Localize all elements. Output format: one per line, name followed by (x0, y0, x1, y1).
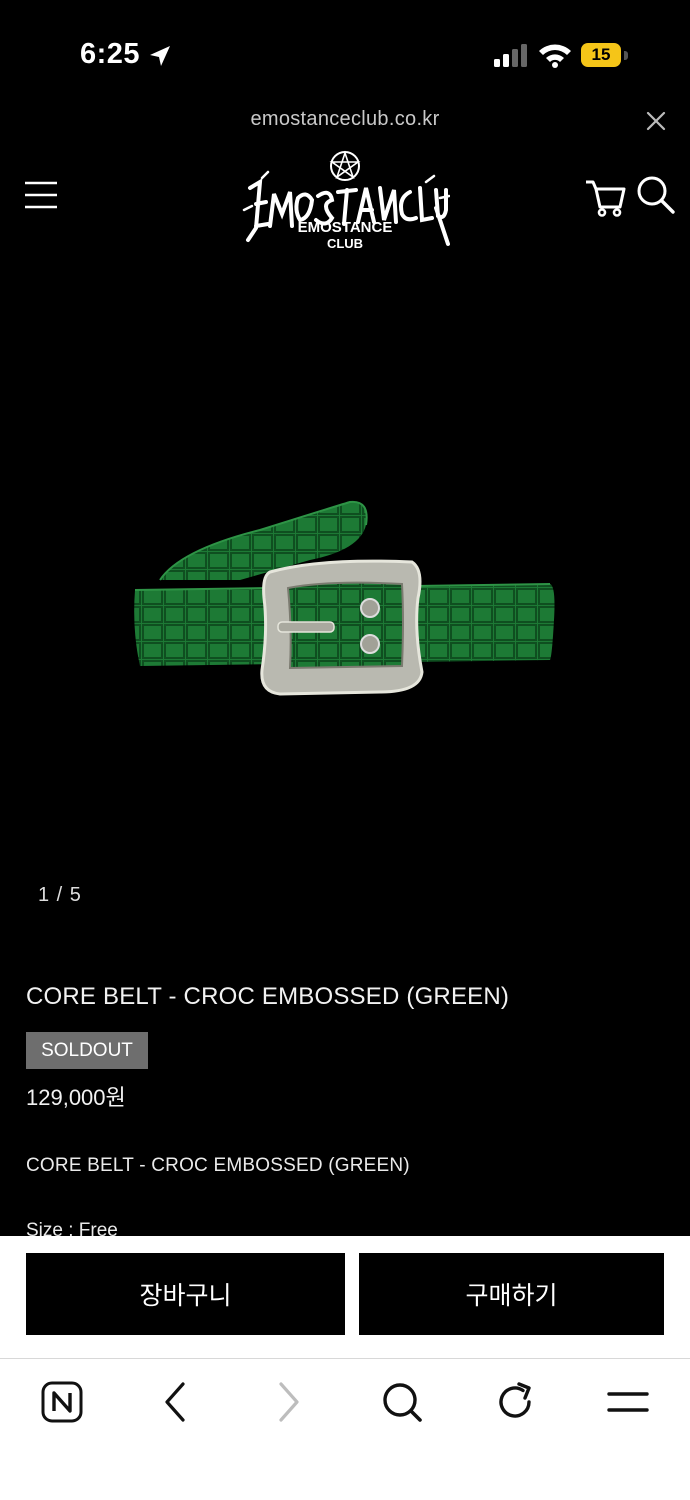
product-price: 129,000원 (26, 1085, 126, 1110)
back-icon[interactable] (153, 1380, 197, 1424)
browser-toolbar (0, 1359, 690, 1500)
battery-tip (624, 51, 628, 60)
wifi-icon (539, 44, 571, 68)
close-icon[interactable] (645, 110, 667, 132)
logo-line2: CLUB (327, 236, 363, 251)
product-title: CORE BELT - CROC EMBOSSED (GREEN) (26, 983, 510, 1010)
battery-level: 15 (581, 43, 621, 67)
address-bar-url[interactable]: emostanceclub.co.kr (0, 108, 690, 131)
site-logo[interactable]: EMOSTANCE CLUB (240, 148, 450, 252)
battery-indicator: 15 (581, 43, 629, 69)
menu-icon[interactable] (606, 1380, 650, 1424)
product-image-belt[interactable] (120, 480, 570, 720)
search-icon[interactable] (380, 1380, 424, 1424)
hamburger-menu-icon[interactable] (24, 180, 58, 210)
logo-line1: EMOSTANCE (298, 219, 393, 236)
search-icon[interactable] (636, 175, 676, 215)
forward-icon[interactable] (267, 1380, 311, 1424)
image-counter: 1 / 5 (38, 884, 82, 906)
status-badge: SOLDOUT (26, 1032, 148, 1069)
product-description-title: CORE BELT - CROC EMBOSSED (GREEN) (26, 1155, 410, 1176)
add-to-cart-button[interactable]: 장바구니 (26, 1253, 345, 1335)
location-arrow-icon (150, 46, 170, 66)
cellular-signal-icon (494, 44, 527, 67)
reload-icon[interactable] (493, 1380, 537, 1424)
status-time: 6:25 (80, 38, 141, 70)
naver-home-icon[interactable] (40, 1380, 84, 1424)
cart-icon[interactable] (584, 177, 626, 217)
buy-now-button[interactable]: 구매하기 (359, 1253, 664, 1335)
